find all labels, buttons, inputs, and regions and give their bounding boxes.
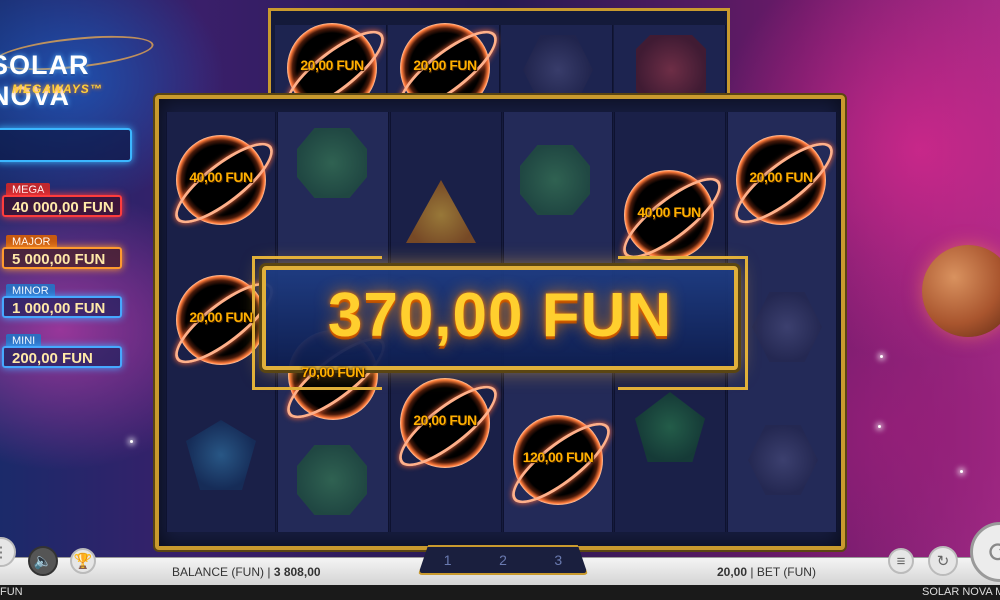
planet-coin-symbol: 20,00 FUN <box>736 135 826 225</box>
balance-display: BALANCE (FUN) | 3 808,00 <box>172 565 321 579</box>
top-reel: 20,00 FUN 20,00 FUN <box>268 8 730 113</box>
logo-title: SOLAR NOVA <box>0 50 90 111</box>
bet-label: BET <box>756 565 780 579</box>
coin-value: 20,00 FUN <box>189 309 253 325</box>
game-logo: SOLAR NOVA MEGAWAYS™ <box>0 29 160 111</box>
page-1-button[interactable]: 1 <box>444 552 452 568</box>
jackpot-mega: MEGA 40 000,00 FUN <box>0 183 124 217</box>
star-sparkle <box>960 470 963 473</box>
speaker-mute-icon[interactable]: 🔈 <box>28 546 58 576</box>
divider: | <box>267 565 271 579</box>
star-sparkle <box>880 355 883 358</box>
page-2-button[interactable]: 2 <box>499 552 507 568</box>
jackpot-minor: MINOR 1 000,00 FUN <box>0 284 124 318</box>
divider: | <box>750 565 754 579</box>
coin-stack-icon[interactable]: ≡ <box>888 548 914 574</box>
page-selector: 1 2 3 <box>418 545 588 575</box>
status-bar: FUN SOLAR NOVA MEG <box>0 585 1000 600</box>
bet-currency: (FUN) <box>783 565 816 579</box>
page-3-button[interactable]: 3 <box>554 552 562 568</box>
status-game-name: SOLAR NOVA MEG <box>922 586 1000 598</box>
coin-value: 20,00 FUN <box>300 57 364 73</box>
spin-icon: ⟳ <box>988 536 1000 569</box>
coin-value: 70,00 FUN <box>301 364 365 380</box>
green-gem-symbol <box>520 145 590 215</box>
coin-value: 20,00 FUN <box>413 57 477 73</box>
jackpot-value: 1 000,00 FUN <box>2 296 122 318</box>
jackpot-value: 5 000,00 FUN <box>2 247 122 269</box>
coin-value: 20,00 FUN <box>413 412 477 428</box>
planet-coin-symbol: 120,00 FUN <box>513 415 603 505</box>
coin-value: 20,00 FUN <box>749 169 813 185</box>
win-amount: 370,00 FUN <box>327 281 673 350</box>
planet-decoration <box>922 245 1000 337</box>
balance-label: BALANCE (FUN) <box>172 565 265 579</box>
feature-panel <box>0 128 132 162</box>
coin-value: 40,00 FUN <box>189 169 253 185</box>
balance-value: 3 808,00 <box>273 565 321 579</box>
bet-display: 20,00 | BET (FUN) <box>717 565 816 579</box>
star-sparkle <box>130 440 133 443</box>
planet-coin-symbol: 40,00 FUN <box>176 135 266 225</box>
win-banner: 370,00 FUN <box>262 266 738 370</box>
star-sparkle <box>878 425 881 428</box>
planet-coin-symbol: 40,00 FUN <box>624 170 714 260</box>
jackpot-value: 40 000,00 FUN <box>2 195 122 217</box>
bet-value: 20,00 <box>717 565 748 579</box>
green-gem-symbol <box>297 445 367 515</box>
jackpot-major: MAJOR 5 000,00 FUN <box>0 235 124 269</box>
logo-subtitle: MEGAWAYS™ <box>12 82 103 96</box>
green-gem-symbol <box>297 128 367 198</box>
jackpot-mini: MINI 200,00 FUN <box>0 334 124 368</box>
planet-coin-symbol: 20,00 FUN <box>400 378 490 468</box>
trophy-icon[interactable]: 🏆 <box>70 548 96 574</box>
jackpot-value: 200,00 FUN <box>2 346 122 368</box>
autoplay-icon[interactable]: ↻ <box>928 546 958 576</box>
coin-value: 40,00 FUN <box>637 204 701 220</box>
coin-value: 120,00 FUN <box>522 449 594 465</box>
status-currency: FUN <box>0 586 23 598</box>
